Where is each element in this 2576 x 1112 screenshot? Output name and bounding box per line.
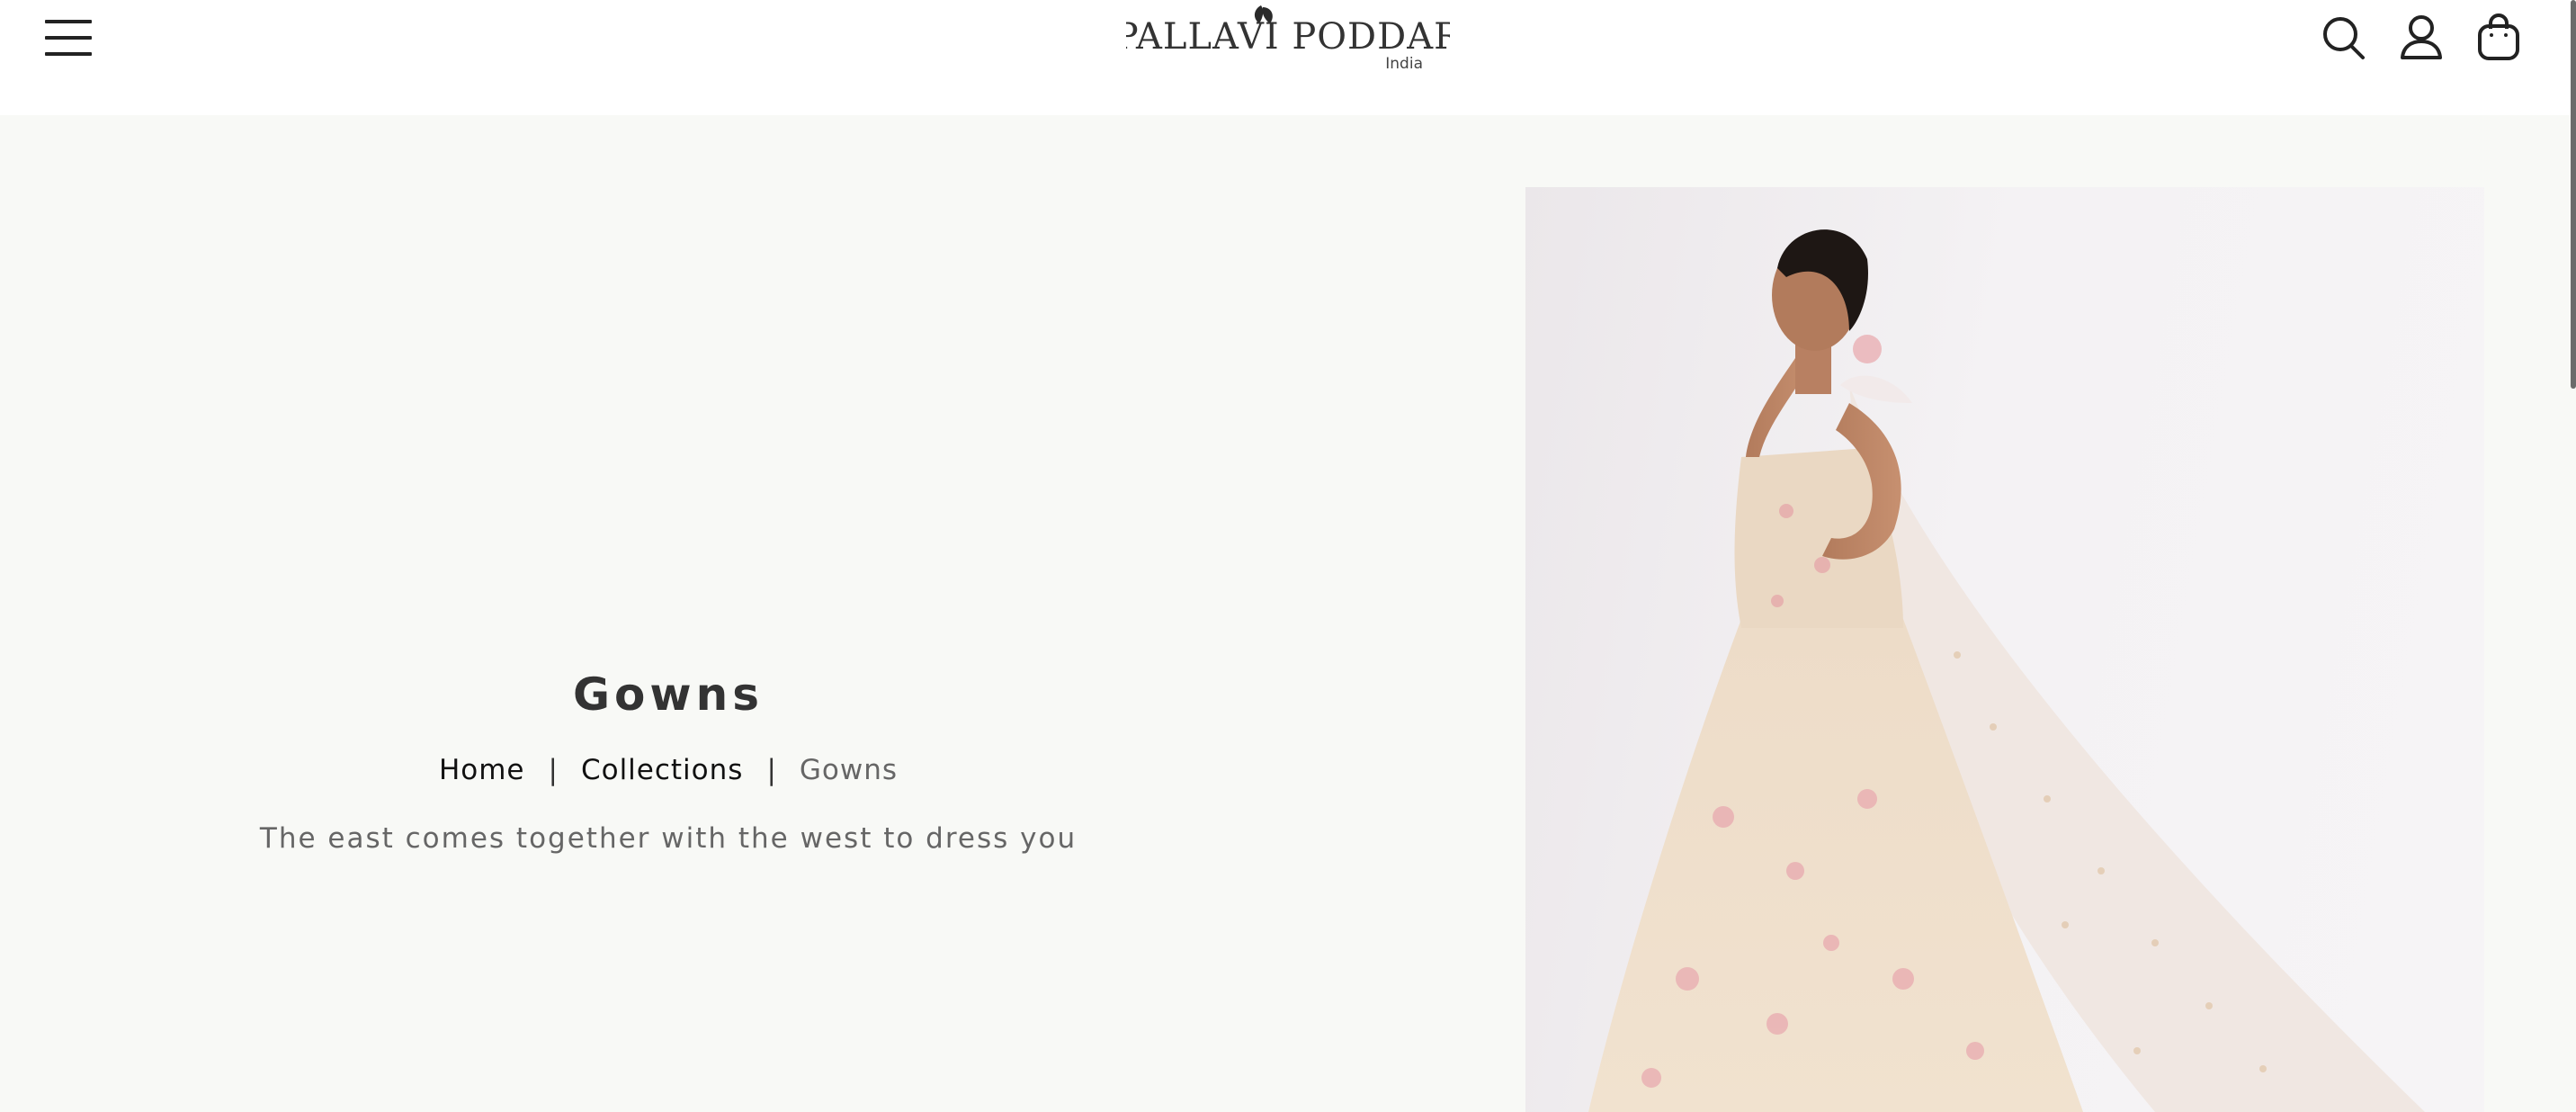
- site-header: PALLAVI PODDAR India: [0, 0, 2576, 115]
- breadcrumb-current: Gowns: [799, 754, 899, 786]
- site-logo[interactable]: PALLAVI PODDAR India: [1126, 0, 1450, 76]
- logo-text: PALLAVI PODDAR: [1126, 16, 1450, 58]
- search-icon[interactable]: [2321, 13, 2367, 63]
- menu-icon[interactable]: [45, 18, 94, 56]
- collection-banner: Gowns Home | Collections | Gowns The eas…: [0, 115, 1337, 1112]
- breadcrumb-home[interactable]: Home: [439, 752, 525, 788]
- breadcrumb-collections[interactable]: Collections: [581, 752, 744, 788]
- breadcrumb: Home | Collections | Gowns: [0, 752, 1337, 788]
- breadcrumb-separator: |: [548, 754, 558, 786]
- bag-icon[interactable]: [2475, 13, 2522, 63]
- logo-subtext: India: [1385, 55, 1423, 73]
- breadcrumb-separator: |: [766, 754, 776, 786]
- hero-image-model-gown: [1525, 187, 2484, 1112]
- account-icon[interactable]: [2398, 13, 2445, 63]
- page-scrollbar[interactable]: [2571, 0, 2576, 389]
- collection-tagline: The east comes together with the west to…: [259, 822, 1078, 855]
- page-title: Gowns: [573, 668, 764, 721]
